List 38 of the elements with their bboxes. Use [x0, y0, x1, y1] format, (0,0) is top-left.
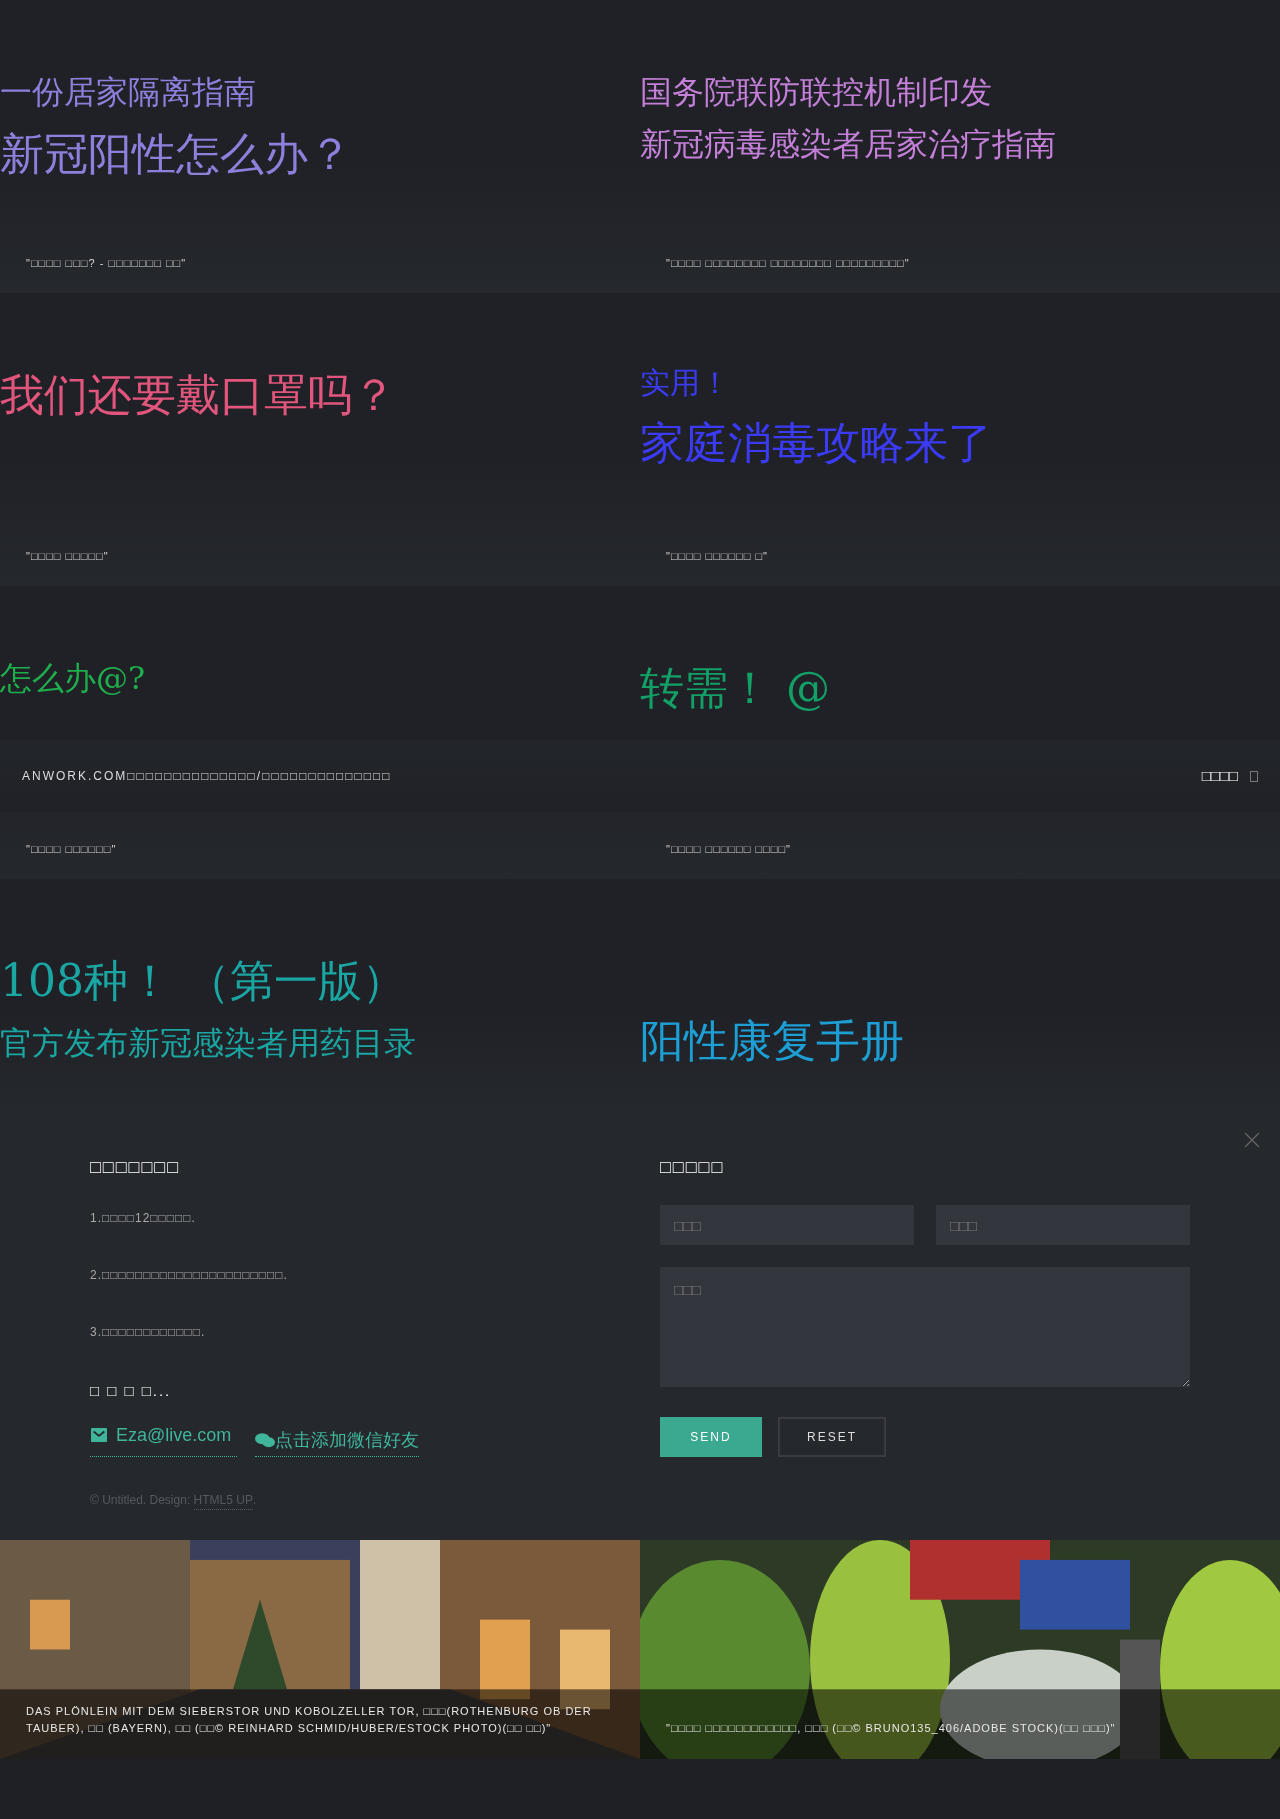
- headline: 实用！: [640, 364, 730, 402]
- headline: 我们还要戴口罩吗？: [0, 368, 396, 422]
- email-field[interactable]: □□□: [936, 1205, 1190, 1245]
- photo-caption: "□□□□ □□□□□□□□□□□□, □□□ (□□© BRUNO135_406/ADOBE STOCK)(□□ □□□)": [666, 1721, 1117, 1736]
- wechat-link[interactable]: 点击添加微信好友: [255, 1420, 420, 1457]
- headline: 新冠阳性怎么办？: [0, 127, 352, 181]
- headline: 家庭消毒攻略来了: [640, 416, 992, 470]
- caption: "□□□□ □□□□□□□□ □□□□□□□□ □□□□□□□□□": [666, 255, 910, 271]
- photo-caption: DAS PLÖNLEIN MIT DEM SIEBERSTOR UND KOBOLZELLER TOR, □□□(ROTHENBURG OB DER TAUBER), □□ (BAYERN), □□ (□□© REINHARD SCHMID/HUBER/ESTOCK PHOTO)(□□ □□)": [26, 1704, 593, 1736]
- caption: "□□□□ □□□□□□ □": [666, 548, 768, 564]
- email-link[interactable]: Eza@live.com: [90, 1420, 238, 1457]
- form-heading: □□□□□: [660, 1156, 726, 1179]
- caption: "□□□□ □□□□□": [26, 548, 109, 564]
- headline: 新冠病毒感染者居家治疗指南: [640, 124, 1056, 165]
- name-field[interactable]: □□□: [660, 1205, 914, 1245]
- message-field[interactable]: □□□: [660, 1267, 1190, 1387]
- footer-heading: □□□□□□□: [90, 1156, 182, 1179]
- headline: 怎么办@?: [0, 658, 146, 699]
- period-text: .: [252, 1491, 257, 1509]
- info-text: 2.□□□□□□□□□□□□□□□□□□□□□□.: [90, 1267, 289, 1284]
- headline: 国务院联防联控机制印发: [640, 72, 992, 113]
- reset-button[interactable]: RESET: [778, 1417, 886, 1457]
- headline: 转需！ @: [640, 661, 830, 715]
- close-icon[interactable]: [1244, 1132, 1260, 1148]
- headline: 阳性康复手册: [640, 1014, 904, 1068]
- headline: 108种！ （第一版）: [0, 954, 406, 1008]
- headline: 官方发布新冠感染者用药目录: [0, 1023, 416, 1064]
- chat-bubbles-icon: [255, 1431, 276, 1449]
- caption: "□□□□ □□□? - □□□□□□□ □□": [26, 255, 187, 271]
- info-text: 1.□□□□12□□□□□.: [90, 1210, 197, 1227]
- banner-text: ANWORK.COM□□□□□□□□□□□□□□/□□□□□□□□□□□□□□: [22, 768, 392, 785]
- banner-link[interactable]: □□□□: [1201, 764, 1238, 788]
- info-text: 3.□□□□□□□□□□□□.: [90, 1324, 207, 1341]
- caption: "□□□□ □□□□□□ □□□□": [666, 841, 791, 857]
- mail-icon: [90, 1427, 108, 1443]
- headline: 一份居家隔离指南: [0, 72, 256, 113]
- caption: "□□□□ □□□□□□": [26, 841, 117, 857]
- more-text: □ □ □ □...: [90, 1381, 173, 1401]
